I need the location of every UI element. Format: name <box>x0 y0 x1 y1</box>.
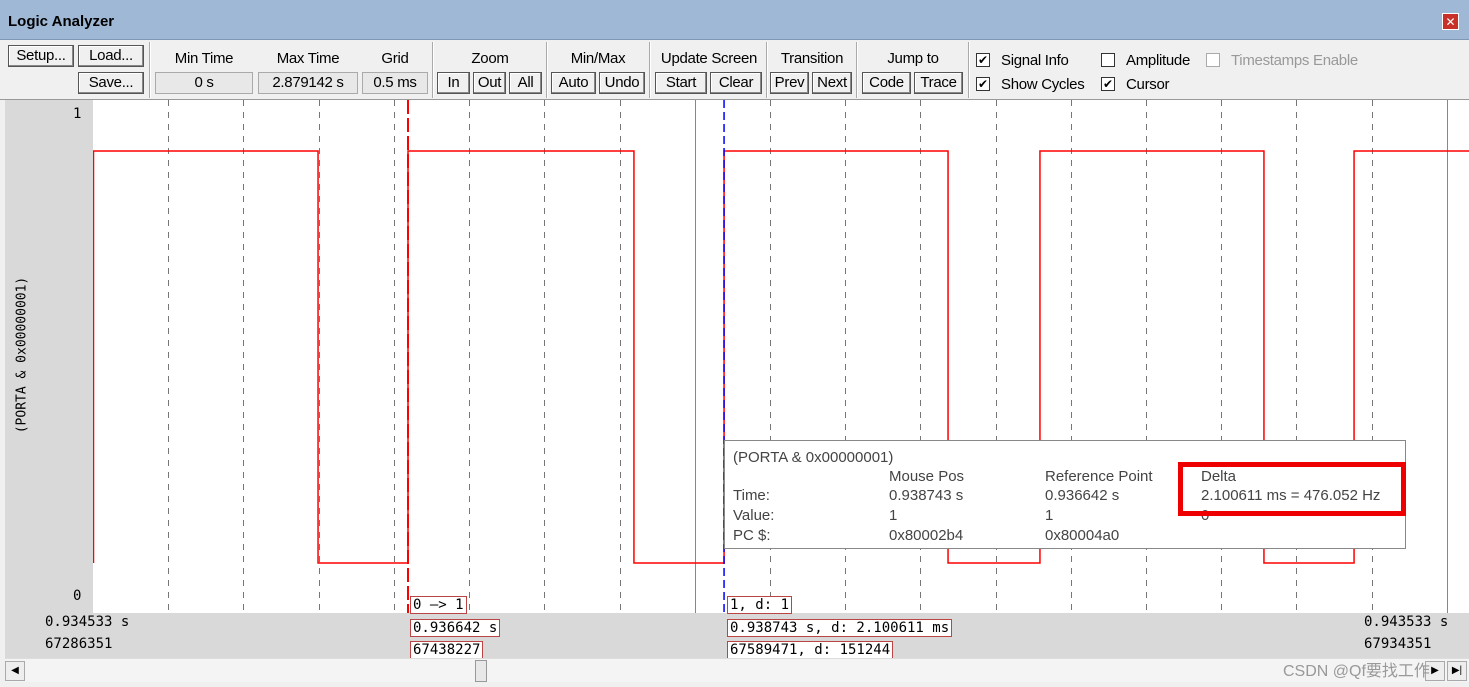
info-col-mouse: Mouse Pos <box>889 468 965 485</box>
undo-button[interactable]: Undo <box>599 72 645 94</box>
right-cycles-label: 67934351 <box>1364 636 1432 652</box>
amplitude-checkbox[interactable] <box>1101 53 1115 67</box>
time-axis-bar: 0.934533 s 67286351 0.943533 s 67934351 … <box>5 613 1469 659</box>
close-icon[interactable]: ✕ <box>1442 13 1459 30</box>
title-bar: Logic Analyzer ✕ <box>0 0 1469 40</box>
left-time-label: 0.934533 s <box>45 614 130 630</box>
code-button[interactable]: Code <box>862 72 911 94</box>
min-time-label: Min Time <box>174 50 234 67</box>
load-button[interactable]: Load... <box>78 45 144 67</box>
grid-label: Grid <box>381 50 409 67</box>
jump-to-label: Jump to <box>887 50 939 67</box>
clear-button[interactable]: Clear <box>710 72 762 94</box>
signal-info-label: Signal Info <box>1001 52 1069 69</box>
ref-cycles-label: 67438227 <box>410 641 484 659</box>
grid-value: 0.5 ms <box>362 72 428 94</box>
prev-button[interactable]: Prev <box>770 72 809 94</box>
max-time-value: 2.879142 s <box>258 72 358 94</box>
trace-button[interactable]: Trace <box>914 72 963 94</box>
toolbar: Setup... Load... Save... Min Time 0 s Ma… <box>0 40 1469 100</box>
info-title: (PORTA & 0x00000001) <box>733 449 894 466</box>
horizontal-scrollbar[interactable]: ◀ ▶ ▶| <box>5 658 1469 682</box>
show-cycles-label: Show Cycles <box>1001 76 1085 93</box>
min-time-value: 0 s <box>155 72 253 94</box>
ref-transition-label: 0 —> 1 <box>410 596 467 614</box>
window-title: Logic Analyzer <box>8 13 115 30</box>
setup-button[interactable]: Setup... <box>8 45 74 67</box>
watermark: CSDN @Qf要找工作 <box>1283 663 1430 680</box>
start-button[interactable]: Start <box>655 72 707 94</box>
info-mouse-time: 0.938743 s <box>889 487 964 504</box>
transition-label: Transition <box>780 50 844 67</box>
save-button[interactable]: Save... <box>78 72 144 94</box>
info-col-ref: Reference Point <box>1045 468 1153 485</box>
info-mouse-pc: 0x80002b4 <box>889 527 964 544</box>
right-time-label: 0.943533 s <box>1364 614 1449 630</box>
info-ref-pc: 0x80004a0 <box>1045 527 1120 544</box>
max-time-label: Max Time <box>276 50 340 67</box>
info-row-time: Time: <box>733 487 770 504</box>
cursor-label: Cursor <box>1126 76 1170 93</box>
info-row-value: Value: <box>733 507 775 524</box>
info-row-pc: PC $: <box>733 527 771 544</box>
auto-button[interactable]: Auto <box>551 72 596 94</box>
info-ref-value: 1 <box>1045 507 1054 524</box>
left-cycles-label: 67286351 <box>45 636 113 652</box>
scroll-end-icon[interactable]: ▶| <box>1447 661 1467 681</box>
show-cycles-checkbox[interactable]: ✔ <box>976 77 990 91</box>
zoom-out-button[interactable]: Out <box>473 72 506 94</box>
signal-name-label: (PORTA & 0x00000001) <box>14 276 30 434</box>
scroll-thumb[interactable] <box>475 660 487 682</box>
zoom-in-button[interactable]: In <box>437 72 470 94</box>
mouse-time-label: 0.938743 s, d: 2.100611 ms <box>727 619 953 637</box>
y-min-label: 0 <box>73 588 82 604</box>
mouse-value-label: 1, d: 1 <box>727 596 793 614</box>
mouse-cycles-label: 67589471, d: 151244 <box>727 641 894 659</box>
timestamps-label: Timestamps Enable <box>1231 52 1358 69</box>
info-ref-time: 0.936642 s <box>1045 487 1120 504</box>
ref-time-label: 0.936642 s <box>410 619 501 637</box>
update-screen-label: Update Screen <box>660 50 758 67</box>
zoom-label: Zoom <box>471 50 509 67</box>
y-max-label: 1 <box>73 106 82 122</box>
delta-highlight-box <box>1178 462 1406 516</box>
info-mouse-value: 1 <box>889 507 898 524</box>
timestamps-checkbox[interactable] <box>1206 53 1220 67</box>
scroll-left-icon[interactable]: ◀ <box>5 661 25 681</box>
cursor-checkbox[interactable]: ✔ <box>1101 77 1115 91</box>
minmax-label: Min/Max <box>570 50 626 67</box>
zoom-all-button[interactable]: All <box>509 72 542 94</box>
signal-info-checkbox[interactable]: ✔ <box>976 53 990 67</box>
amplitude-label: Amplitude <box>1126 52 1191 69</box>
next-button[interactable]: Next <box>812 72 852 94</box>
